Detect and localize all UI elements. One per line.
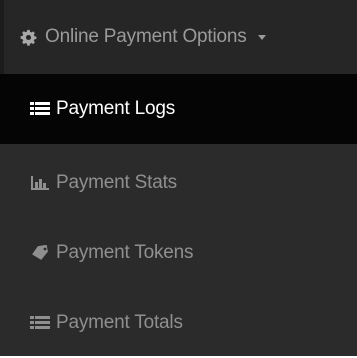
menu-item-payment-tokens[interactable]: Payment Tokens [0, 218, 357, 288]
menu-item-payment-logs[interactable]: Payment Logs [0, 74, 357, 144]
gear-icon [20, 29, 37, 46]
sidebar-menu: Online Payment Options Payment Logs Paym… [0, 0, 357, 356]
menu-item-label: Payment Logs [56, 98, 176, 119]
menu-item-label: Payment Totals [56, 312, 183, 333]
online-payment-options-toggle[interactable]: Online Payment Options [0, 0, 357, 74]
bar-chart-icon [30, 175, 50, 191]
payment-submenu: Payment Logs Payment Stats Payment Token… [0, 74, 357, 356]
header-label: Online Payment Options [45, 26, 247, 47]
menu-item-payment-totals[interactable]: Payment Totals [0, 288, 357, 358]
menu-item-label: Payment Tokens [56, 242, 194, 263]
menu-item-payment-stats[interactable]: Payment Stats [0, 148, 357, 218]
caret-down-icon [257, 35, 266, 40]
list-icon [30, 315, 50, 331]
list-icon [30, 101, 50, 117]
menu-item-label: Payment Stats [56, 172, 177, 193]
tag-icon [30, 245, 50, 261]
